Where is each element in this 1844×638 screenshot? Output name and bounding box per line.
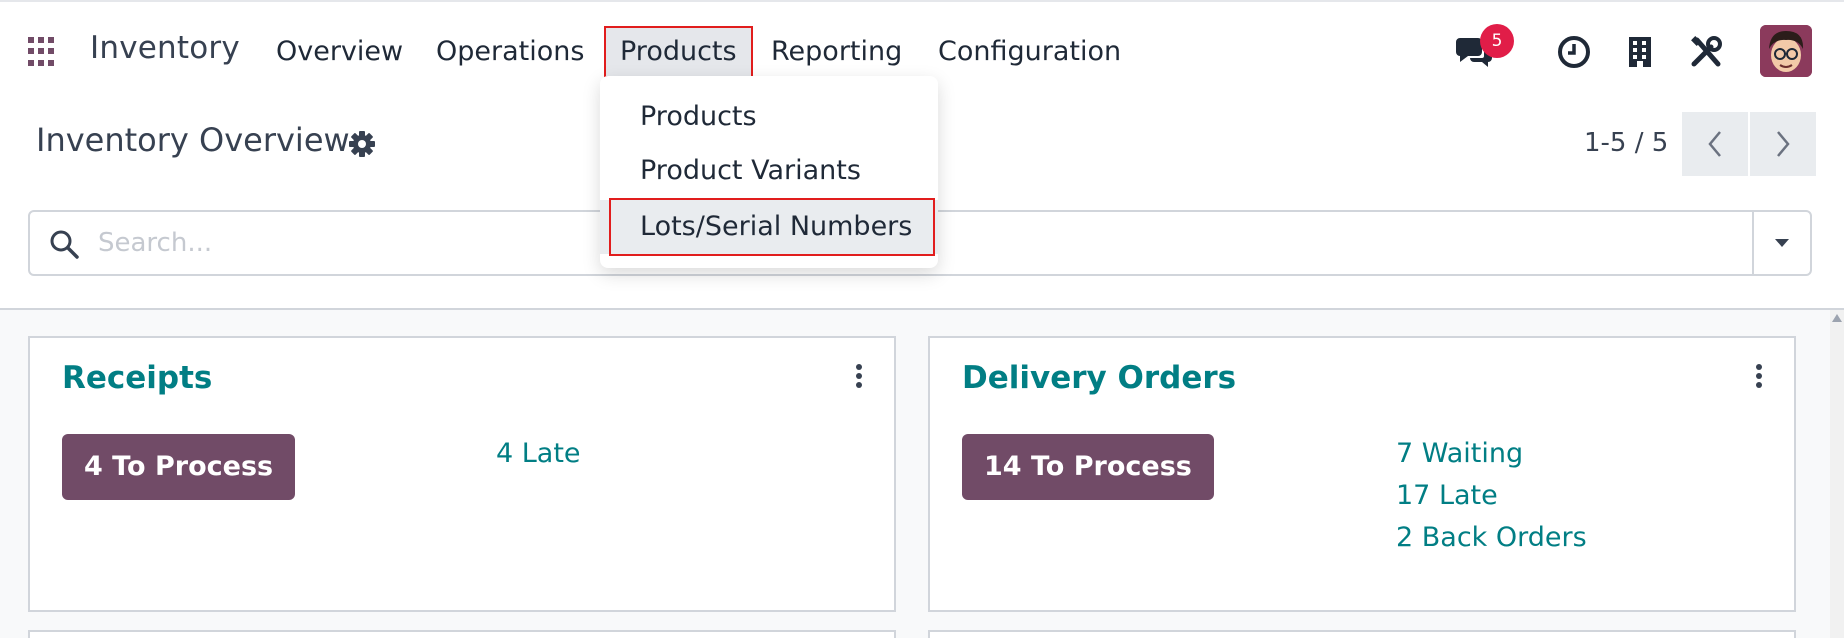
building-icon[interactable]	[1618, 30, 1662, 74]
card-partial	[28, 630, 896, 638]
late-link[interactable]: 17 Late	[1396, 480, 1498, 511]
clock-icon[interactable]	[1552, 30, 1596, 74]
to-process-button[interactable]: 4 To Process	[62, 434, 296, 500]
scrollbar[interactable]	[1830, 310, 1844, 638]
messages-badge: 5	[1480, 24, 1514, 58]
to-process-button[interactable]: 14 To Process	[962, 434, 1214, 500]
card-title[interactable]: Receipts	[62, 360, 212, 396]
dropdown-item-product-variants[interactable]: Product Variants	[600, 144, 938, 198]
user-avatar[interactable]	[1760, 25, 1812, 77]
delivery-orders-card: Delivery Orders 14 To Process 7 Waiting …	[928, 336, 1796, 612]
card-title[interactable]: Delivery Orders	[962, 360, 1236, 396]
pager-value[interactable]: 1-5 / 5	[1584, 128, 1668, 158]
menu-configuration[interactable]: Configuration	[924, 26, 1135, 78]
chevron-left-icon	[1708, 131, 1721, 157]
kebab-menu-icon[interactable]	[1754, 364, 1764, 390]
chevron-right-icon	[1777, 131, 1790, 157]
dropdown-item-lots-serial-numbers[interactable]: Lots/Serial Numbers	[600, 200, 938, 254]
app-brand[interactable]: Inventory	[90, 30, 240, 66]
search-options-toggle[interactable]	[1752, 212, 1810, 274]
tools-icon[interactable]	[1684, 30, 1728, 74]
products-dropdown-menu: Products Product Variants Lots/Serial Nu…	[600, 76, 938, 268]
late-link[interactable]: 4 Late	[496, 438, 581, 469]
dropdown-item-products[interactable]: Products	[600, 90, 938, 144]
card-partial	[928, 630, 1796, 638]
page-title: Inventory Overview	[36, 121, 350, 159]
menu-operations[interactable]: Operations	[422, 26, 598, 78]
caret-down-icon	[1775, 239, 1789, 247]
pager-next-button[interactable]	[1750, 112, 1816, 176]
menu-overview[interactable]: Overview	[262, 26, 417, 78]
waiting-link[interactable]: 7 Waiting	[1396, 438, 1523, 469]
search-icon	[48, 228, 80, 260]
pager-previous-button[interactable]	[1682, 112, 1748, 176]
menu-reporting[interactable]: Reporting	[757, 26, 916, 78]
menu-products[interactable]: Products	[604, 26, 753, 78]
gear-icon[interactable]	[348, 130, 376, 158]
receipts-card: Receipts 4 To Process 4 Late	[28, 336, 896, 612]
kebab-menu-icon[interactable]	[854, 364, 864, 390]
back-orders-link[interactable]: 2 Back Orders	[1396, 522, 1587, 553]
scroll-up-icon[interactable]	[1832, 314, 1842, 322]
apps-grid-icon[interactable]	[28, 37, 58, 67]
